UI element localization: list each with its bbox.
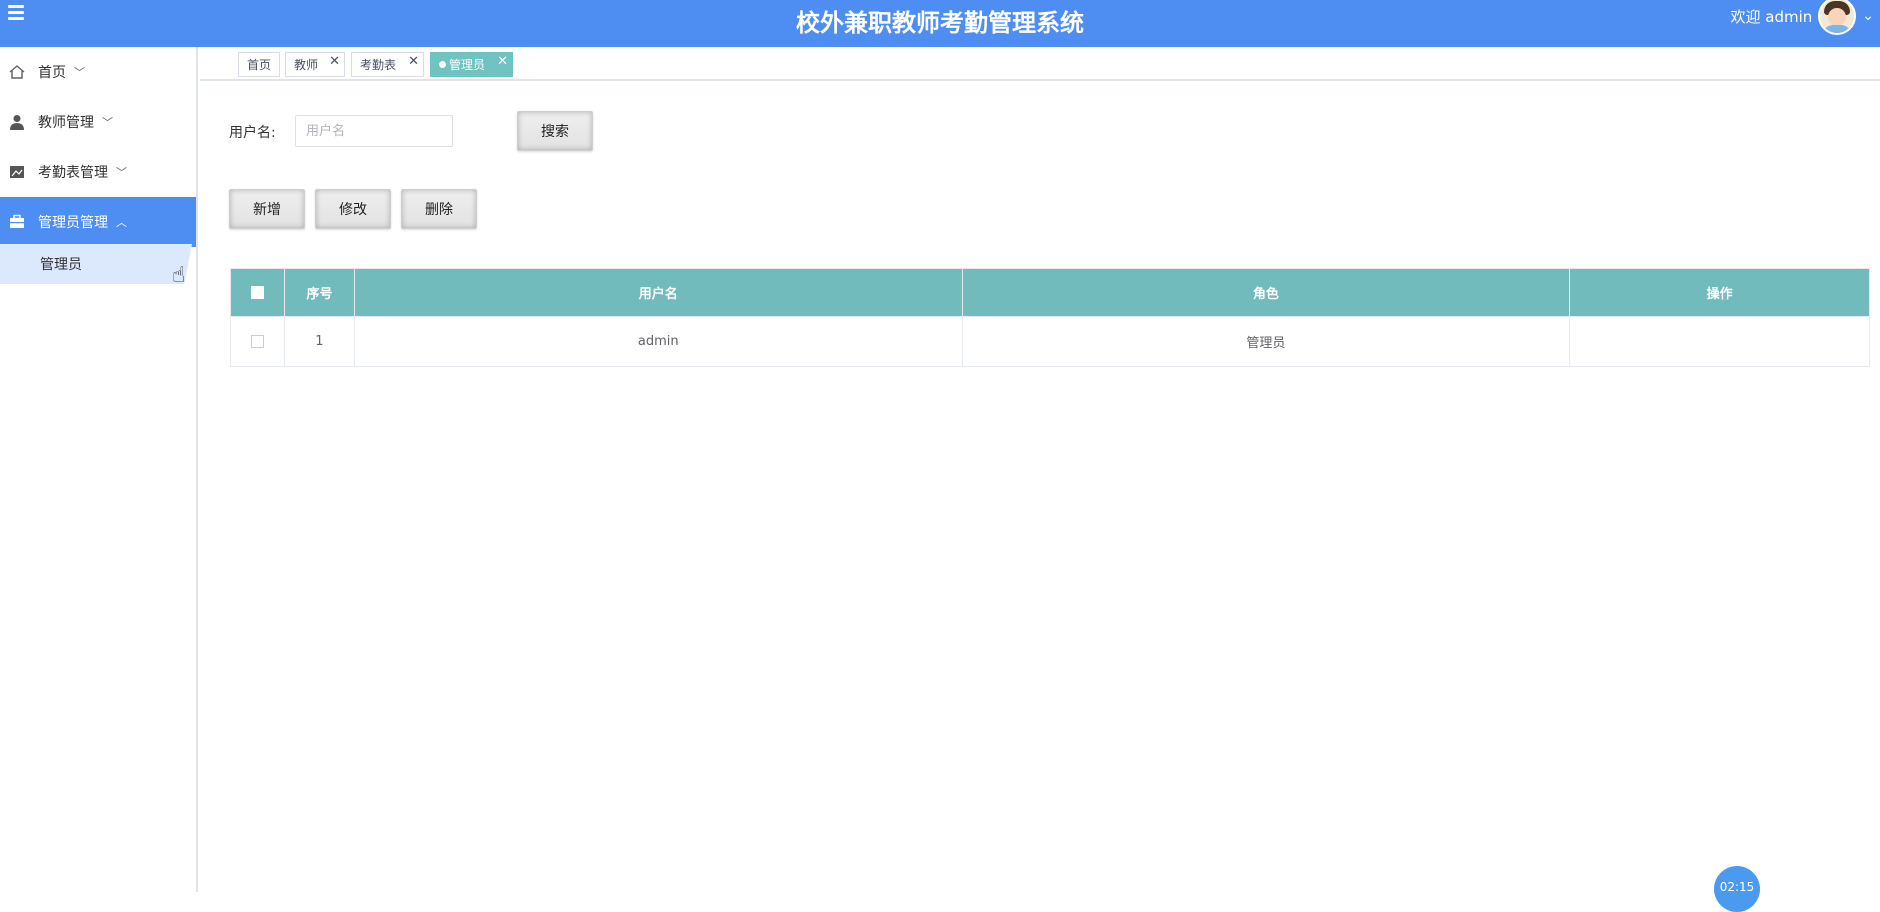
column-header: 角色 bbox=[961, 268, 1571, 317]
add-button[interactable]: 新增 bbox=[229, 189, 305, 229]
row-operations bbox=[1569, 316, 1870, 367]
sidebar-subitem-admin[interactable]: 管理员 bbox=[0, 244, 192, 284]
search-button[interactable]: 搜索 bbox=[517, 111, 593, 151]
admin-table: 序号 用户名 角色 操作 1 admin 管理员 bbox=[230, 268, 1870, 367]
active-dot-icon bbox=[439, 61, 446, 68]
sidebar-subitem-label: 管理员 bbox=[40, 257, 82, 273]
tab-label: 教师 bbox=[294, 58, 319, 72]
select-all-cell[interactable] bbox=[230, 268, 285, 317]
tab-label: 首页 bbox=[247, 58, 272, 72]
tab-bar: 首页 教师 ✕ 考勤表 ✕ 管理员 ✕ bbox=[200, 47, 1880, 81]
sidebar-item-label: 考勤表管理 bbox=[38, 165, 108, 181]
row-role: 管理员 bbox=[961, 316, 1571, 367]
chevron-down-icon: ﹀ bbox=[116, 166, 127, 179]
mouse-cursor-icon: ☝ bbox=[172, 263, 186, 288]
search-label: 用户名: bbox=[229, 125, 276, 141]
tab-label: 考勤表 bbox=[360, 58, 397, 72]
sidebar-item-label: 教师管理 bbox=[38, 115, 94, 131]
sidebar-item-teachers[interactable]: 教师管理 ﹀ bbox=[0, 97, 196, 147]
welcome-text: 欢迎 admin bbox=[1730, 7, 1813, 26]
close-icon[interactable]: ✕ bbox=[497, 54, 508, 69]
tab-home[interactable]: 首页 bbox=[238, 52, 280, 77]
edit-button[interactable]: 修改 bbox=[315, 189, 391, 229]
row-index: 1 bbox=[283, 316, 355, 367]
image-icon bbox=[8, 163, 26, 181]
row-select-cell[interactable] bbox=[230, 316, 285, 367]
sidebar-item-admins[interactable]: 管理员管理 ︿ bbox=[0, 197, 196, 247]
chevron-down-icon: ﹀ bbox=[102, 116, 113, 129]
sidebar-item-label: 首页 bbox=[38, 65, 66, 81]
floating-timer[interactable]: 02:15 bbox=[1714, 866, 1760, 912]
sidebar-item-label: 管理员管理 bbox=[38, 215, 108, 231]
username-search-input[interactable] bbox=[295, 115, 453, 147]
column-header: 用户名 bbox=[353, 268, 963, 317]
home-icon bbox=[8, 63, 26, 81]
top-bar: 校外兼职教师考勤管理系统 欢迎 admin ⌄ bbox=[0, 0, 1880, 47]
sidebar-item-home[interactable]: 首页 ﹀ bbox=[0, 47, 196, 97]
row-username: admin bbox=[353, 316, 963, 367]
tab-teachers[interactable]: 教师 ✕ bbox=[285, 52, 345, 77]
tab-label: 管理员 bbox=[449, 58, 486, 72]
column-header: 序号 bbox=[283, 268, 355, 317]
app-title: 校外兼职教师考勤管理系统 bbox=[796, 9, 1084, 37]
briefcase-icon bbox=[8, 213, 26, 231]
avatar[interactable] bbox=[1818, 0, 1857, 35]
chevron-up-icon: ︿ bbox=[116, 216, 127, 229]
tab-attendance[interactable]: 考勤表 ✕ bbox=[351, 52, 424, 77]
user-menu[interactable]: 欢迎 admin ⌄ bbox=[1730, 0, 1874, 35]
close-icon[interactable]: ✕ bbox=[329, 54, 340, 69]
column-header: 操作 bbox=[1569, 268, 1870, 317]
row-checkbox[interactable] bbox=[250, 335, 264, 348]
sidebar: 首页 ﹀ 教师管理 ﹀ 考勤表管理 ﹀ 管理员管理 ︿ 管理员 ☝ bbox=[0, 47, 198, 892]
user-icon bbox=[8, 113, 26, 131]
delete-button[interactable]: 删除 bbox=[401, 189, 477, 229]
chevron-down-icon[interactable]: ⌄ bbox=[1862, 8, 1874, 24]
close-icon[interactable]: ✕ bbox=[408, 54, 419, 69]
select-all-checkbox[interactable] bbox=[250, 286, 264, 299]
sidebar-item-attendance[interactable]: 考勤表管理 ﹀ bbox=[0, 147, 196, 197]
tab-admins[interactable]: 管理员 ✕ bbox=[430, 52, 513, 77]
table-row[interactable]: 1 admin 管理员 bbox=[230, 316, 1870, 367]
table-header-row: 序号 用户名 角色 操作 bbox=[230, 268, 1870, 317]
chevron-down-icon: ﹀ bbox=[74, 66, 85, 79]
